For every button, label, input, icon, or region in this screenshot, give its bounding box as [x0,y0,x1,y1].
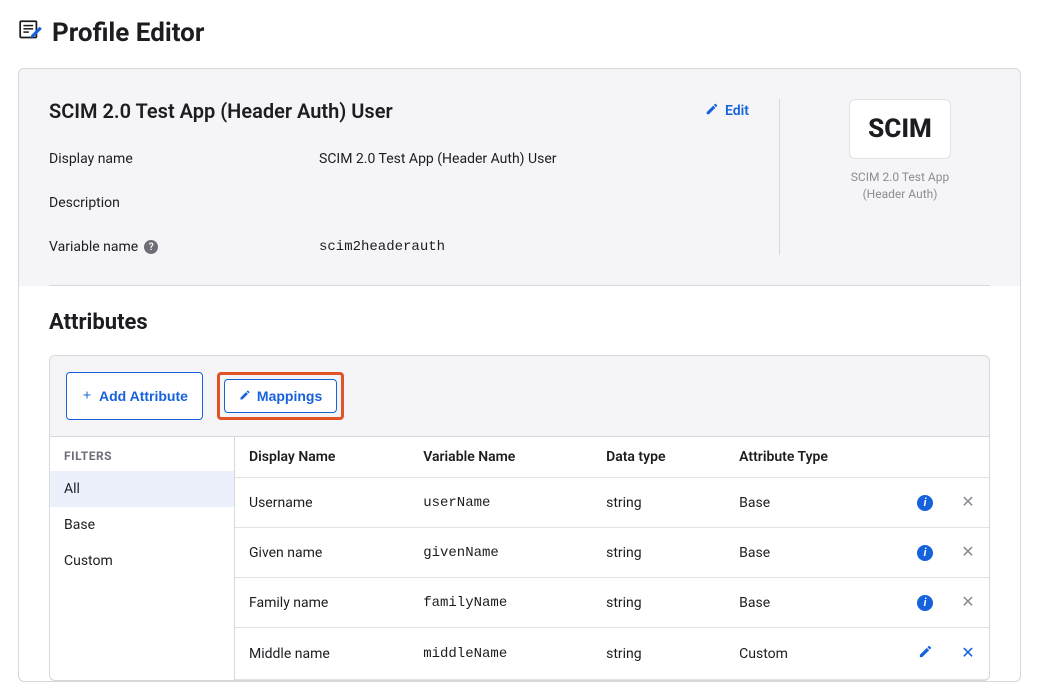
cell-display-name: Given name [235,528,409,578]
filters-label: FILTERS [50,437,234,471]
filters-sidebar: FILTERS All Base Custom [50,437,235,680]
app-caption: SCIM 2.0 Test App (Header Auth) [851,169,949,203]
cell-display-name: Username [235,478,409,528]
table-row[interactable]: Given namegivenNamestringBasei ✕ [235,528,989,578]
info-icon[interactable]: i [917,545,933,561]
edit-label: Edit [725,103,749,119]
filter-all[interactable]: All [50,471,234,507]
mappings-button[interactable]: Mappings [224,379,337,413]
profile-summary: SCIM 2.0 Test App (Header Auth) User Edi… [19,69,1020,285]
col-variable-name: Variable Name [409,437,592,478]
col-attribute-type: Attribute Type [725,437,903,478]
col-data-type: Data type [592,437,725,478]
cell-data-type: string [592,528,725,578]
table-row[interactable]: Middle namemiddleNamestringCustom ✕ [235,628,989,680]
edit-profile-button[interactable]: Edit [705,102,749,120]
cell-variable-name: userName [409,478,592,528]
help-icon[interactable]: ? [144,240,158,254]
info-icon[interactable]: i [917,595,933,611]
pencil-icon[interactable] [918,644,933,659]
display-name-label: Display name [49,151,319,167]
cell-data-type: string [592,628,725,680]
attributes-heading: Attributes [49,310,990,335]
cell-variable-name: familyName [409,578,592,628]
close-icon[interactable]: ✕ [961,645,974,661]
cell-data-type: string [592,478,725,528]
app-logo: SCIM [849,99,951,159]
cell-attribute-type: Base [725,528,903,578]
variable-name-value: scim2headerauth [319,239,749,255]
add-attribute-button[interactable]: Add Attribute [66,372,203,420]
cell-attribute-type: Custom [725,628,903,680]
profile-editor-icon [18,18,44,48]
page-title: Profile Editor [52,18,204,48]
close-icon[interactable]: ✕ [961,544,974,560]
description-label: Description [49,195,319,211]
table-row[interactable]: Family namefamilyNamestringBasei ✕ [235,578,989,628]
variable-name-label: Variable name ? [49,239,319,255]
attributes-toolbar: Add Attribute Mappings [50,356,989,437]
table-row[interactable]: UsernameuserNamestringBasei ✕ [235,478,989,528]
attributes-section: Attributes Add Attribute Mappings [19,286,1020,681]
pencil-icon [705,102,719,120]
cell-display-name: Middle name [235,628,409,680]
page-header: Profile Editor [18,18,1021,48]
display-name-value: SCIM 2.0 Test App (Header Auth) User [319,151,749,167]
cell-display-name: Family name [235,578,409,628]
profile-heading: SCIM 2.0 Test App (Header Auth) User [49,99,393,123]
cell-variable-name: givenName [409,528,592,578]
cell-variable-name: middleName [409,628,592,680]
pencil-icon [239,388,251,404]
close-icon[interactable]: ✕ [961,494,974,510]
info-icon[interactable]: i [917,495,933,511]
description-value [319,195,749,211]
col-display-name: Display Name [235,437,409,478]
plus-icon [81,388,93,404]
cell-attribute-type: Base [725,578,903,628]
mappings-highlight: Mappings [217,372,344,420]
filter-base[interactable]: Base [50,507,234,543]
cell-attribute-type: Base [725,478,903,528]
filter-custom[interactable]: Custom [50,543,234,579]
attributes-table: Display Name Variable Name Data type Att… [235,437,989,680]
profile-card: SCIM 2.0 Test App (Header Auth) User Edi… [18,68,1021,682]
cell-data-type: string [592,578,725,628]
close-icon[interactable]: ✕ [961,594,974,610]
attributes-panel: Add Attribute Mappings FILTERS All Base [49,355,990,681]
